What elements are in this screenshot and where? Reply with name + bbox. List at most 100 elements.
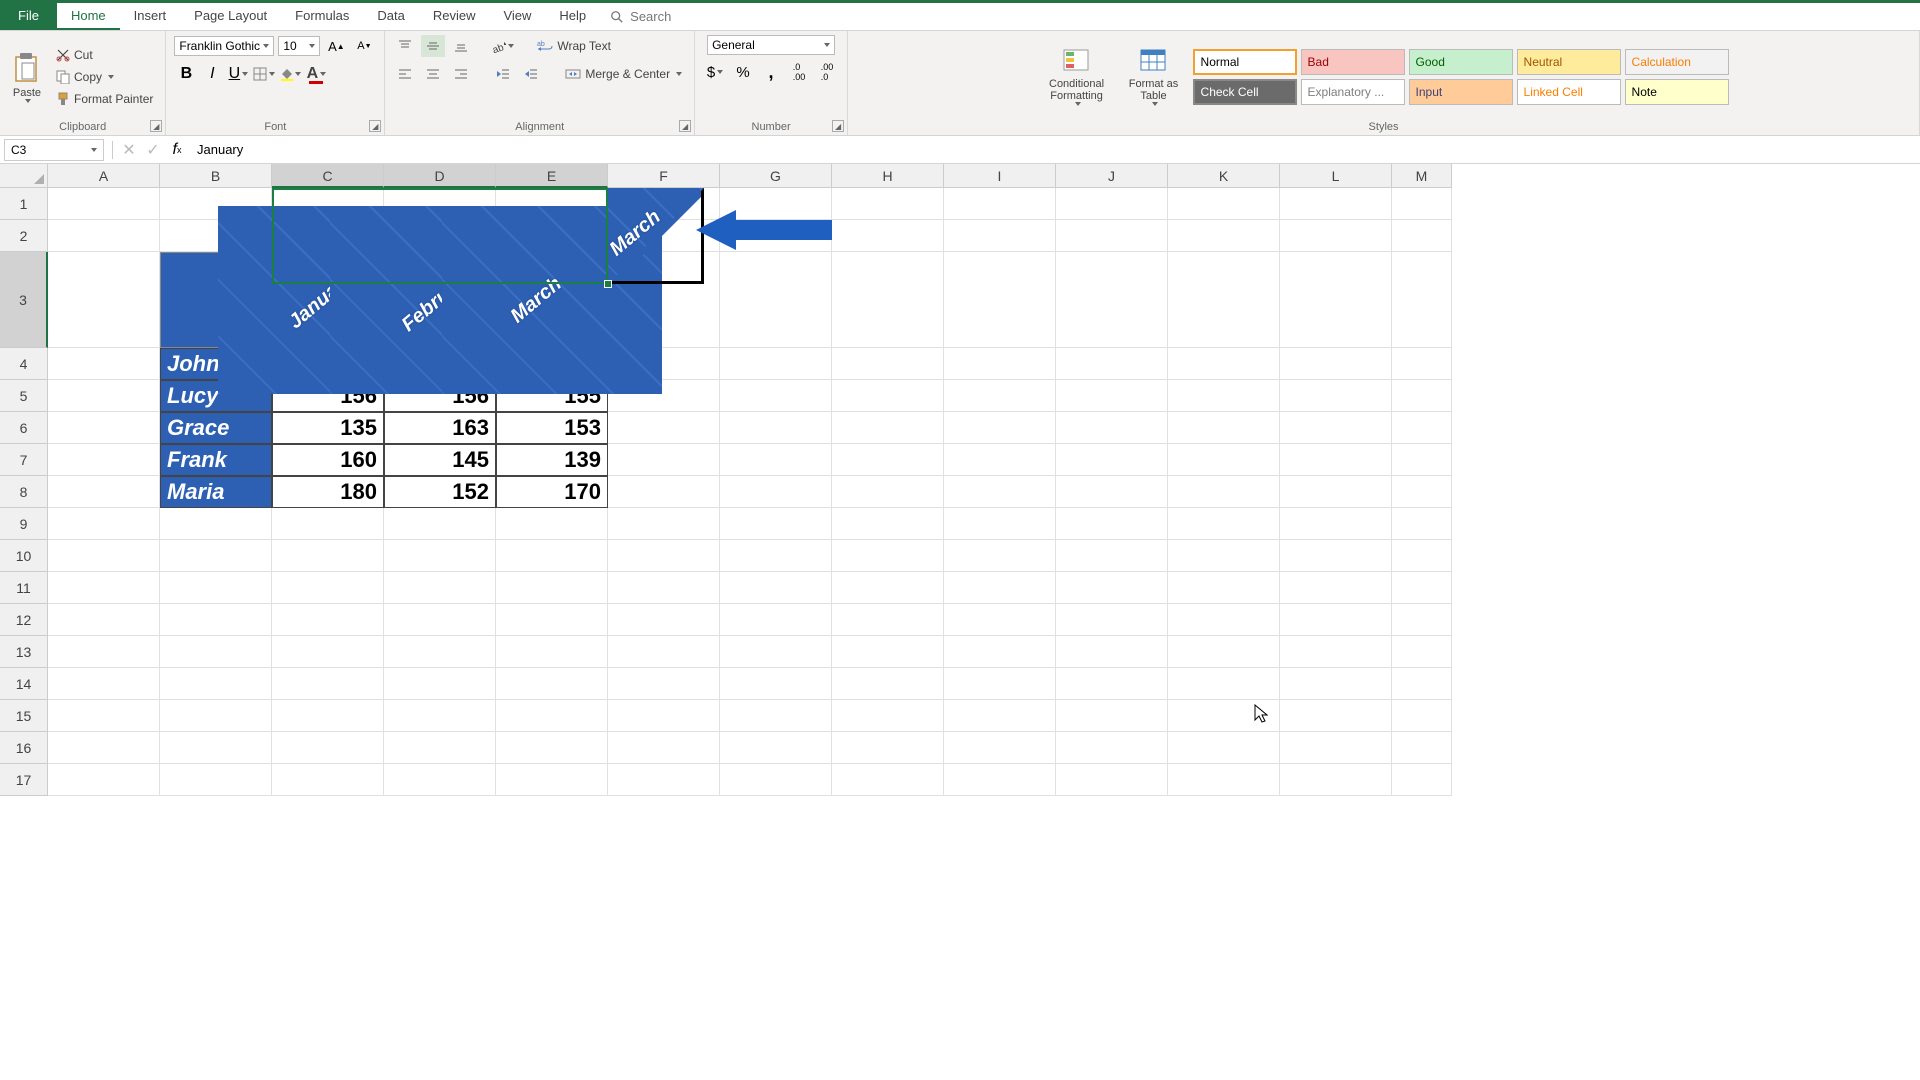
cell-A6[interactable]: [48, 412, 160, 444]
percent-button[interactable]: %: [731, 61, 755, 83]
cell-G4[interactable]: [720, 348, 832, 380]
cell-K14[interactable]: [1168, 668, 1280, 700]
cell-C17[interactable]: [272, 764, 384, 796]
align-left-button[interactable]: [393, 63, 417, 85]
cut-button[interactable]: Cut: [52, 46, 157, 64]
row-header-15[interactable]: 15: [0, 700, 48, 732]
cell-E7[interactable]: 139: [496, 444, 608, 476]
cell-M9[interactable]: [1392, 508, 1452, 540]
cell-I9[interactable]: [944, 508, 1056, 540]
cell-E12[interactable]: [496, 604, 608, 636]
cell-B16[interactable]: [160, 732, 272, 764]
column-header-B[interactable]: B: [160, 164, 272, 188]
cell-L17[interactable]: [1280, 764, 1392, 796]
cancel-formula-button[interactable]: ✕: [117, 139, 141, 161]
cell-F6[interactable]: [608, 412, 720, 444]
cell-D14[interactable]: [384, 668, 496, 700]
menu-tab-page-layout[interactable]: Page Layout: [180, 3, 281, 30]
cell-K9[interactable]: [1168, 508, 1280, 540]
cell-K8[interactable]: [1168, 476, 1280, 508]
cell-D12[interactable]: [384, 604, 496, 636]
italic-button[interactable]: I: [200, 63, 224, 85]
row-header-17[interactable]: 17: [0, 764, 48, 796]
cell-C7[interactable]: 160: [272, 444, 384, 476]
cell-H7[interactable]: [832, 444, 944, 476]
cell-D6[interactable]: 163: [384, 412, 496, 444]
select-all-button[interactable]: [0, 164, 48, 188]
cell-E6[interactable]: 153: [496, 412, 608, 444]
cell-A16[interactable]: [48, 732, 160, 764]
cell-J7[interactable]: [1056, 444, 1168, 476]
row-header-9[interactable]: 9: [0, 508, 48, 540]
cell-E11[interactable]: [496, 572, 608, 604]
cell-J9[interactable]: [1056, 508, 1168, 540]
cell-M14[interactable]: [1392, 668, 1452, 700]
cell-J17[interactable]: [1056, 764, 1168, 796]
column-header-M[interactable]: M: [1392, 164, 1452, 188]
cell-L6[interactable]: [1280, 412, 1392, 444]
cell-I2[interactable]: [944, 220, 1056, 252]
row-header-12[interactable]: 12: [0, 604, 48, 636]
menu-tab-data[interactable]: Data: [363, 3, 418, 30]
cell-A14[interactable]: [48, 668, 160, 700]
align-bottom-button[interactable]: [449, 35, 473, 57]
row-header-16[interactable]: 16: [0, 732, 48, 764]
cell-A13[interactable]: [48, 636, 160, 668]
column-header-C[interactable]: C: [272, 164, 384, 188]
cell-C10[interactable]: [272, 540, 384, 572]
cell-style-input[interactable]: Input: [1409, 79, 1513, 105]
cell-F17[interactable]: [608, 764, 720, 796]
cell-F7[interactable]: [608, 444, 720, 476]
column-header-E[interactable]: E: [496, 164, 608, 188]
cell-E13[interactable]: [496, 636, 608, 668]
cell-L5[interactable]: [1280, 380, 1392, 412]
cell-C6[interactable]: 135: [272, 412, 384, 444]
cell-style-note[interactable]: Note: [1625, 79, 1729, 105]
cell-H12[interactable]: [832, 604, 944, 636]
cell-A3[interactable]: [48, 252, 160, 348]
cell-style-neutral[interactable]: Neutral: [1517, 49, 1621, 75]
number-format-combo[interactable]: General: [707, 35, 835, 55]
cell-L12[interactable]: [1280, 604, 1392, 636]
cell-A17[interactable]: [48, 764, 160, 796]
cell-I15[interactable]: [944, 700, 1056, 732]
row-header-13[interactable]: 13: [0, 636, 48, 668]
cell-D16[interactable]: [384, 732, 496, 764]
alignment-dialog-launcher[interactable]: ◢: [679, 120, 691, 132]
cell-G11[interactable]: [720, 572, 832, 604]
cell-K17[interactable]: [1168, 764, 1280, 796]
cell-L4[interactable]: [1280, 348, 1392, 380]
cell-H13[interactable]: [832, 636, 944, 668]
cell-A7[interactable]: [48, 444, 160, 476]
cell-I11[interactable]: [944, 572, 1056, 604]
cell-C8[interactable]: 180: [272, 476, 384, 508]
cell-J10[interactable]: [1056, 540, 1168, 572]
comma-button[interactable]: ,: [759, 61, 783, 83]
underline-button[interactable]: U: [226, 63, 250, 85]
cell-B15[interactable]: [160, 700, 272, 732]
cell-I13[interactable]: [944, 636, 1056, 668]
menu-tab-home[interactable]: Home: [57, 3, 120, 30]
cell-E3[interactable]: March: [496, 252, 608, 348]
merge-center-button[interactable]: Merge & Center: [561, 65, 686, 83]
enter-formula-button[interactable]: ✓: [141, 139, 165, 161]
cell-H2[interactable]: [832, 220, 944, 252]
cell-G8[interactable]: [720, 476, 832, 508]
cell-G17[interactable]: [720, 764, 832, 796]
cell-F13[interactable]: [608, 636, 720, 668]
menu-tab-insert[interactable]: Insert: [120, 3, 181, 30]
cell-K11[interactable]: [1168, 572, 1280, 604]
cell-I6[interactable]: [944, 412, 1056, 444]
cell-K1[interactable]: [1168, 188, 1280, 220]
cell-L7[interactable]: [1280, 444, 1392, 476]
cell-I5[interactable]: [944, 380, 1056, 412]
cell-H14[interactable]: [832, 668, 944, 700]
cell-A8[interactable]: [48, 476, 160, 508]
cell-H5[interactable]: [832, 380, 944, 412]
column-header-D[interactable]: D: [384, 164, 496, 188]
cell-B14[interactable]: [160, 668, 272, 700]
row-header-10[interactable]: 10: [0, 540, 48, 572]
cell-G10[interactable]: [720, 540, 832, 572]
cell-K13[interactable]: [1168, 636, 1280, 668]
cell-J4[interactable]: [1056, 348, 1168, 380]
